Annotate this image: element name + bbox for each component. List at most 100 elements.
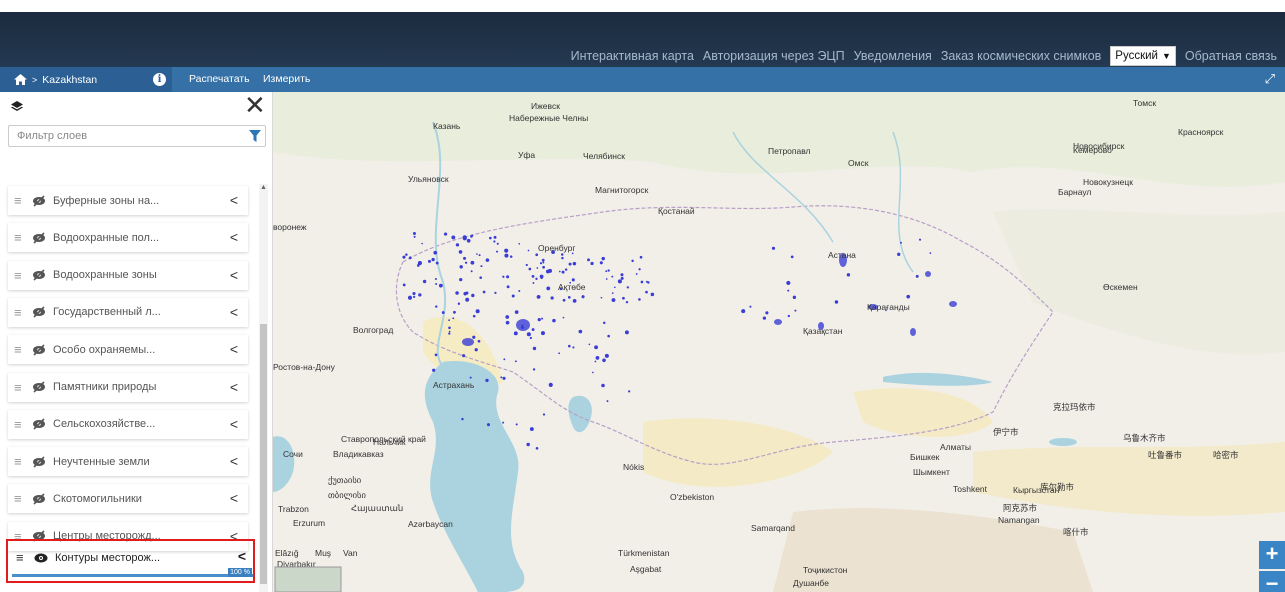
deposit-marker[interactable]: [611, 292, 614, 294]
deposit-marker[interactable]: [509, 255, 513, 258]
deposit-marker[interactable]: [503, 358, 506, 361]
deposit-marker[interactable]: [515, 423, 518, 426]
deposit-marker[interactable]: [564, 268, 568, 271]
deposit-marker[interactable]: [470, 235, 473, 238]
deposit-marker[interactable]: [560, 253, 564, 256]
drag-handle-icon[interactable]: ≡: [14, 305, 28, 320]
deposit-marker[interactable]: [537, 317, 541, 322]
deposit-marker[interactable]: [539, 262, 543, 265]
deposit-marker[interactable]: [458, 250, 463, 254]
deposit-marker[interactable]: [572, 346, 575, 349]
layer-item[interactable]: ≡ Неучтенные земли <: [8, 447, 248, 477]
deposit-marker[interactable]: [532, 282, 535, 284]
deposit-marker[interactable]: [514, 310, 519, 314]
chevron-left-icon[interactable]: <: [230, 490, 238, 506]
deposit-marker[interactable]: [532, 368, 536, 371]
deposit-marker[interactable]: [435, 283, 438, 285]
measure-button[interactable]: Измерить: [263, 73, 310, 85]
deposit-marker[interactable]: [918, 238, 922, 241]
deposit-marker[interactable]: [532, 346, 537, 351]
eye-icon[interactable]: [34, 553, 48, 563]
deposit-marker[interactable]: [558, 352, 561, 355]
deposit-marker[interactable]: [558, 270, 561, 273]
layer-item[interactable]: ≡ Скотомогильники <: [8, 484, 248, 514]
deposit-marker[interactable]: [650, 292, 655, 297]
layer-item[interactable]: ≡ Водоохранные пол... <: [8, 223, 248, 253]
eye-slash-icon[interactable]: [32, 269, 46, 281]
deposit-marker[interactable]: [620, 276, 624, 280]
deposit-marker[interactable]: [786, 280, 791, 286]
deposit-marker[interactable]: [500, 376, 503, 379]
deposit-marker[interactable]: [506, 285, 510, 289]
deposit-marker[interactable]: [472, 335, 476, 339]
deposit-marker[interactable]: [594, 345, 599, 350]
deposit-contour[interactable]: [462, 338, 474, 346]
home-icon[interactable]: [14, 74, 27, 85]
deposit-marker[interactable]: [929, 252, 932, 255]
nav-interactive-map[interactable]: Интерактивная карта: [571, 49, 694, 63]
minimap-thumbnail[interactable]: [274, 566, 342, 592]
deposit-marker[interactable]: [897, 252, 901, 256]
eye-slash-icon[interactable]: [32, 232, 46, 244]
deposit-marker[interactable]: [427, 259, 431, 263]
expand-icon[interactable]: ⤢: [1265, 71, 1275, 87]
deposit-marker[interactable]: [432, 368, 436, 372]
deposit-marker[interactable]: [542, 265, 545, 269]
layer-list-scrollbar[interactable]: ▲: [259, 184, 268, 592]
deposit-marker[interactable]: [749, 305, 752, 308]
deposit-marker[interactable]: [846, 273, 851, 277]
deposit-marker[interactable]: [405, 253, 408, 256]
eye-slash-icon[interactable]: [32, 493, 46, 505]
deposit-marker[interactable]: [600, 296, 603, 299]
deposit-marker[interactable]: [645, 280, 648, 283]
zoom-in-button[interactable]: +: [1259, 541, 1285, 569]
active-layer-item[interactable]: ≡ Контуры месторож... < 100 %: [6, 539, 255, 583]
chevron-left-icon[interactable]: <: [230, 229, 238, 245]
deposit-marker[interactable]: [412, 231, 416, 235]
deposit-marker[interactable]: [568, 344, 571, 348]
deposit-marker[interactable]: [567, 296, 571, 299]
deposit-marker[interactable]: [611, 298, 616, 302]
deposit-marker[interactable]: [645, 290, 648, 294]
nav-notifications[interactable]: Уведомления: [854, 49, 932, 63]
drag-handle-icon[interactable]: ≡: [14, 491, 28, 506]
eye-slash-icon[interactable]: [32, 418, 46, 430]
deposit-marker[interactable]: [588, 343, 591, 346]
deposit-marker[interactable]: [502, 376, 506, 380]
deposit-marker[interactable]: [448, 332, 451, 335]
eye-slash-icon[interactable]: [32, 456, 46, 468]
deposit-marker[interactable]: [792, 295, 797, 300]
deposit-marker[interactable]: [536, 267, 539, 269]
deposit-marker[interactable]: [482, 290, 486, 294]
eye-slash-icon[interactable]: [32, 306, 46, 318]
layer-item[interactable]: ≡ Памятники природы <: [8, 372, 248, 402]
deposit-marker[interactable]: [525, 263, 528, 267]
deposit-marker[interactable]: [431, 257, 435, 262]
deposit-marker[interactable]: [624, 330, 629, 335]
deposit-marker[interactable]: [413, 235, 416, 238]
layer-item[interactable]: ≡ Особо охраняемы... <: [8, 335, 248, 365]
chevron-left-icon[interactable]: <: [230, 416, 238, 432]
deposit-marker[interactable]: [505, 320, 510, 325]
deposit-marker[interactable]: [540, 277, 543, 280]
deposit-marker[interactable]: [542, 261, 545, 264]
deposit-marker[interactable]: [601, 256, 605, 261]
drag-handle-icon[interactable]: ≡: [14, 268, 28, 283]
deposit-marker[interactable]: [790, 255, 794, 259]
filter-icon[interactable]: [249, 130, 261, 142]
deposit-marker[interactable]: [620, 273, 624, 277]
layer-item[interactable]: ≡ Буферные зоны на... <: [8, 186, 248, 215]
drag-handle-icon[interactable]: ≡: [14, 454, 28, 469]
deposit-marker[interactable]: [741, 309, 746, 314]
deposit-marker[interactable]: [531, 274, 535, 278]
deposit-marker[interactable]: [485, 258, 490, 262]
deposit-marker[interactable]: [602, 321, 606, 325]
deposit-marker[interactable]: [546, 286, 551, 291]
deposit-marker[interactable]: [448, 319, 450, 322]
deposit-marker[interactable]: [590, 261, 594, 266]
layer-filter-input[interactable]: Фильтр слоев: [8, 125, 266, 147]
deposit-marker[interactable]: [477, 339, 481, 343]
chevron-left-icon[interactable]: <: [230, 192, 238, 208]
drag-handle-icon[interactable]: ≡: [14, 342, 28, 357]
deposit-marker[interactable]: [441, 311, 445, 314]
